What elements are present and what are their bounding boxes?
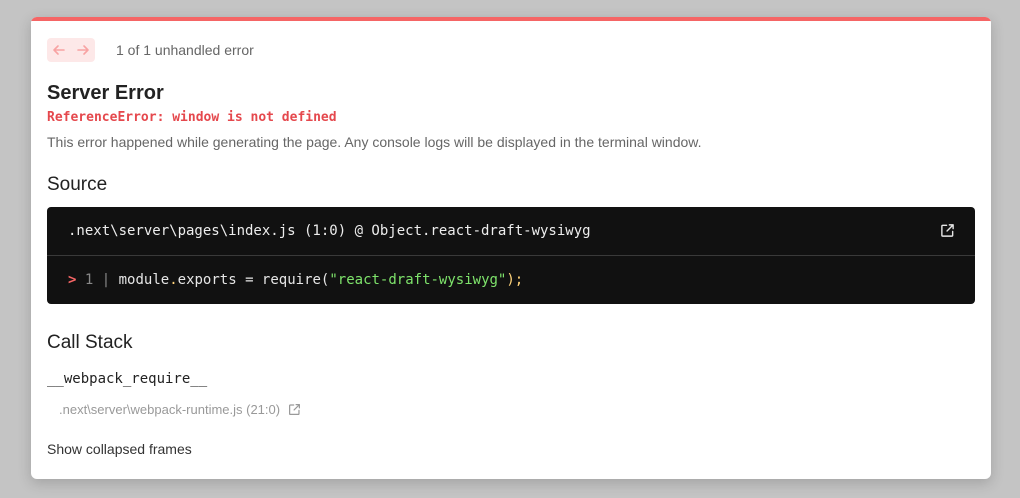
external-link-icon (289, 404, 301, 415)
source-heading: Source (47, 174, 108, 195)
show-collapsed-frames-button[interactable]: Show collapsed frames (47, 441, 192, 457)
stack-frame-function: __webpack_require__ (47, 371, 208, 387)
source-file-location: .next\server\pages\index.js (1:0) @ Obje… (68, 223, 591, 239)
next-error-button[interactable] (71, 38, 95, 62)
stack-frame-file-link[interactable]: .next\server\webpack-runtime.js (21:0) (59, 402, 301, 417)
error-message: ReferenceError: window is not defined (47, 110, 337, 125)
code-line: > 1 | module.exports = require("react-dr… (68, 272, 523, 288)
code-string: "react-draft-wysiwyg" (329, 272, 507, 288)
external-link-icon[interactable] (940, 223, 955, 238)
codeframe-header: .next\server\pages\index.js (1:0) @ Obje… (47, 207, 975, 256)
call-stack-heading: Call Stack (47, 332, 133, 353)
source-codeframe: .next\server\pages\index.js (1:0) @ Obje… (47, 207, 975, 304)
page-title: Server Error (47, 82, 164, 104)
code-suffix: ); (506, 272, 524, 288)
error-line-marker: > (68, 272, 77, 288)
stack-frame-file: .next\server\webpack-runtime.js (21:0) (59, 402, 281, 417)
error-pagination: 1 of 1 unhandled error (47, 38, 254, 62)
code-call: exports = require( (177, 272, 330, 288)
code-dot: . (169, 272, 178, 288)
line-number: 1 (84, 272, 94, 288)
arrow-right-icon (77, 45, 89, 55)
code-identifier: module (118, 272, 170, 288)
previous-error-button[interactable] (47, 38, 71, 62)
arrow-left-icon (53, 45, 65, 55)
error-overlay-dialog: 1 of 1 unhandled error Server Error Refe… (31, 17, 991, 479)
error-accent-bar (31, 17, 991, 21)
error-description: This error happened while generating the… (47, 134, 702, 150)
error-count-label: 1 of 1 unhandled error (116, 42, 254, 58)
gutter-separator: | (101, 272, 111, 288)
